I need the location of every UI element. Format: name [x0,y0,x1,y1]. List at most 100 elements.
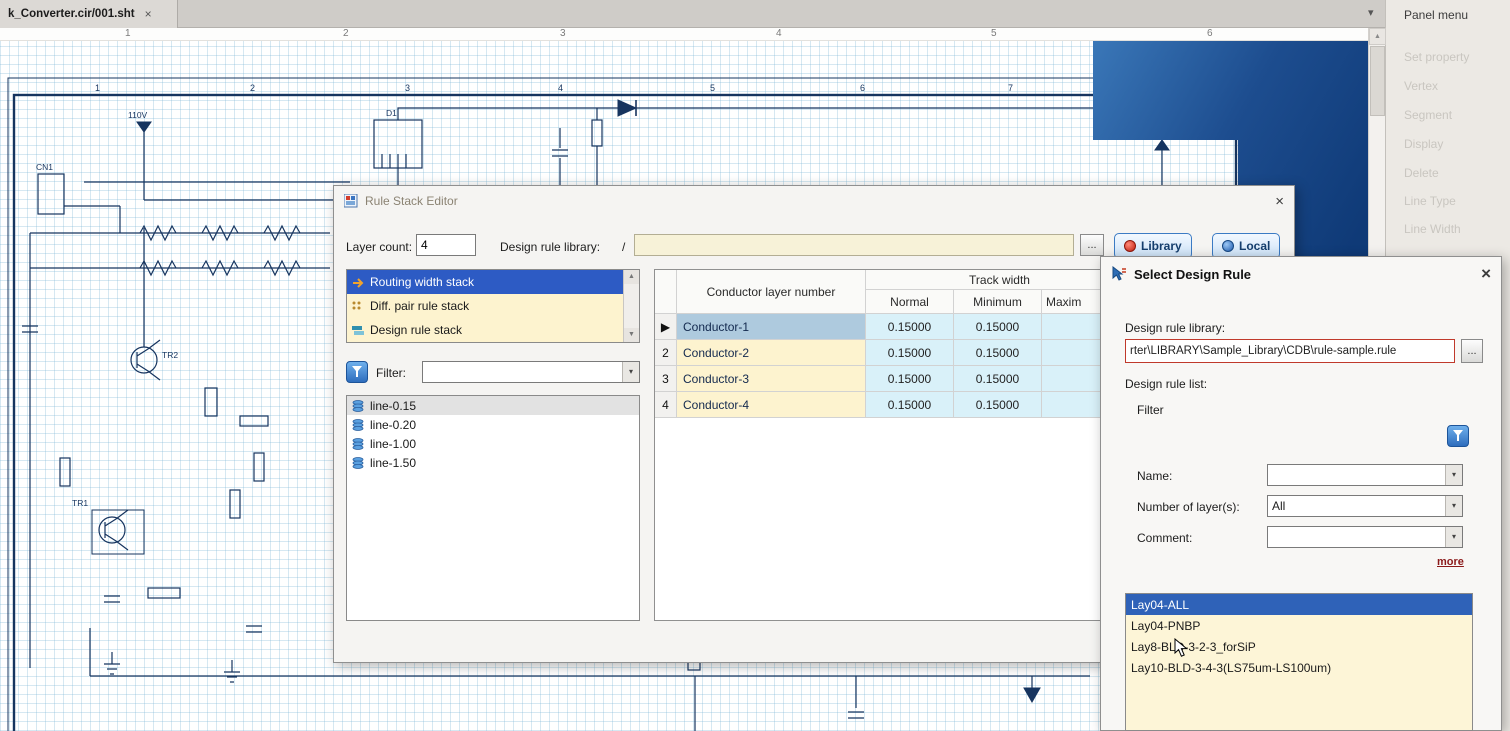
dialog-title: Rule Stack Editor [365,194,458,208]
close-icon[interactable]: × [1275,193,1284,210]
stack-item-diff-pair[interactable]: Diff. pair rule stack [347,294,624,318]
stack-item-routing-width[interactable]: Routing width stack [347,270,624,294]
dialog-title: Select Design Rule [1134,267,1251,282]
ruler-number: 1 [125,28,131,39]
panel-menu-item[interactable]: Segment [1404,108,1452,122]
local-orb-icon [1222,240,1234,252]
diff-pair-icon [351,300,364,313]
sheet-column-number: 1 [95,83,100,93]
document-tab-title: k_Converter.cir/001.sht [8,8,135,20]
stack-item-design-rule[interactable]: Design rule stack [347,318,624,342]
chevron-down-icon[interactable]: ▾ [1445,527,1462,547]
cell-normal[interactable]: 0.15000 [866,314,954,340]
more-button[interactable]: more [1437,556,1464,568]
design-rule-library-field[interactable] [1125,339,1455,363]
library-orb-icon [1124,240,1136,252]
list-item[interactable]: line-0.15 [347,396,639,415]
tab-list-dropdown-icon[interactable]: ▾ [1368,6,1374,19]
ruler-number: 2 [343,28,349,39]
line-rule-list[interactable]: line-0.15 line-0.20 line-1.00 [346,395,640,621]
panel-menu-item[interactable]: Display [1404,137,1443,151]
layer-count-input[interactable] [416,234,476,256]
sheet-column-number: 7 [1008,83,1013,93]
cell-normal[interactable]: 0.15000 [866,392,954,418]
tab-close-icon[interactable]: × [145,7,152,21]
col-header-conductor: Conductor layer number [677,270,866,314]
conductor-table[interactable]: Conductor layer number Track width Norma… [654,269,1135,621]
list-item[interactable]: Lay04-PNBP [1126,615,1472,636]
database-icon [351,418,365,432]
comment-combobox[interactable]: ▾ [1267,526,1463,548]
list-item[interactable]: Lay04-ALL [1126,594,1472,615]
panel-menu-item[interactable]: Vertex [1404,79,1438,93]
library-button-label: Library [1141,239,1182,253]
table-row[interactable]: Conductor-2 [677,340,866,366]
ruler-number: 3 [560,28,566,39]
filter-reset-button[interactable] [1447,425,1469,447]
row-marker: 4 [655,392,677,418]
table-corner [655,270,677,314]
filter-reset-button[interactable] [346,361,368,383]
cell-minimum[interactable]: 0.15000 [954,392,1042,418]
scroll-up-icon[interactable]: ▲ [1369,28,1386,45]
chevron-down-icon[interactable]: ▾ [622,362,639,382]
panel-menu-item[interactable]: Delete [1404,166,1439,180]
design-rule-list[interactable]: Lay04-ALL Lay04-PNBP Lay8-BLD-3-2-3_forS… [1125,593,1473,731]
cell-normal[interactable]: 0.15000 [866,366,954,392]
routing-width-icon [351,276,364,289]
mouse-cursor [1174,638,1192,661]
table-row[interactable]: Conductor-4 [677,392,866,418]
schematic-label: CN1 [36,162,53,172]
ruler-number: 5 [991,28,997,39]
schematic-label: TR2 [162,350,178,360]
panel-menu-item[interactable]: Line Type [1404,194,1456,208]
sheet-column-number: 4 [558,83,563,93]
panel-menu-item[interactable]: Line Width [1404,222,1461,236]
stack-list-scrollbar[interactable]: ▲ ▼ [623,270,639,342]
close-icon[interactable]: × [1481,264,1491,284]
filter-icon [1448,426,1468,446]
col-header-normal: Normal [866,290,954,314]
scroll-down-icon[interactable]: ▼ [624,328,639,342]
select-design-rule-dialog: Select Design Rule × Design rule library… [1100,256,1502,731]
table-row[interactable]: Conductor-3 [677,366,866,392]
library-path-field[interactable] [634,234,1074,256]
name-combobox[interactable]: ▾ [1267,464,1463,486]
document-tab[interactable]: k_Converter.cir/001.sht × [0,0,178,28]
cell-normal[interactable]: 0.15000 [866,340,954,366]
row-marker: 3 [655,366,677,392]
ruler-number: 6 [1207,28,1213,39]
list-item[interactable]: line-1.50 [347,453,639,472]
sheet-column-number: 3 [405,83,410,93]
chevron-down-icon[interactable]: ▾ [1445,465,1462,485]
browse-button[interactable]: ... [1080,234,1104,256]
schematic-label: D1 [386,108,397,118]
sheet-column-number: 6 [860,83,865,93]
chevron-down-icon[interactable]: ▾ [1445,496,1462,516]
number-of-layers-label: Number of layer(s): [1137,500,1240,514]
table-row[interactable]: Conductor-1 [677,314,866,340]
list-item[interactable]: line-1.00 [347,434,639,453]
filter-combobox[interactable]: ▾ [422,361,640,383]
rule-stack-list[interactable]: Routing width stack Diff. pair rule stac… [346,269,640,343]
local-button-label: Local [1239,239,1270,253]
list-item[interactable]: line-0.20 [347,415,639,434]
scroll-up-icon[interactable]: ▲ [624,270,639,284]
number-of-layers-combobox[interactable]: All ▾ [1267,495,1463,517]
filter-label: Filter: [376,366,406,380]
ruler-number: 4 [776,28,782,39]
filter-label: Filter [1137,403,1164,417]
select-design-rule-titlebar: Select Design Rule × [1101,257,1501,291]
cell-minimum[interactable]: 0.15000 [954,366,1042,392]
design-rule-list-label: Design rule list: [1125,377,1207,391]
browse-button[interactable]: ... [1461,339,1483,363]
comment-label: Comment: [1137,531,1192,545]
cell-minimum[interactable]: 0.15000 [954,340,1042,366]
cell-minimum[interactable]: 0.15000 [954,314,1042,340]
design-rule-stack-icon [351,324,364,337]
design-rule-library-label: Design rule library: [500,240,600,254]
group-header-track-width: Track width [866,270,1134,290]
scrollbar-thumb[interactable] [1370,46,1385,116]
panel-menu-item[interactable]: Set property [1404,50,1469,64]
rule-stack-editor-icon [344,194,358,208]
